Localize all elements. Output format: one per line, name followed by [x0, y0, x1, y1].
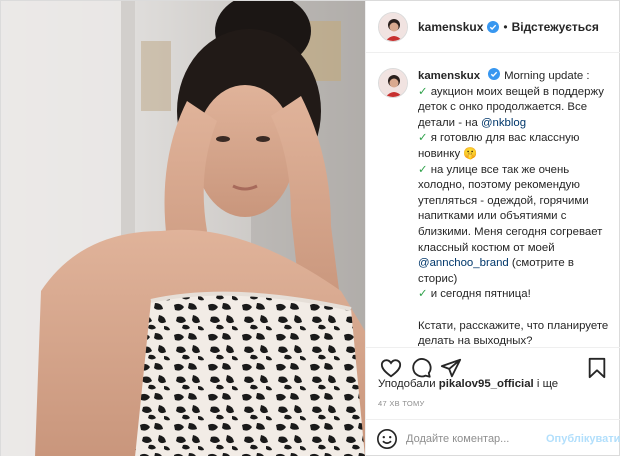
caption-text-fragment: на улице все так же очень	[427, 163, 570, 176]
bookmark-icon	[588, 357, 606, 379]
likes-prefix: Уподобали	[378, 378, 439, 390]
caption-text-fragment: Кстати, расскажите, что планируете	[418, 319, 609, 332]
caption-line: детали - на @nkblog	[418, 116, 608, 132]
post-photo[interactable]	[1, 1, 365, 456]
caption-text-fragment: и сегодня пятница!	[427, 288, 531, 301]
caption-text-fragment: деток с онко продолжается. Все	[418, 101, 588, 114]
caption-text-fragment: делать на выходных?	[418, 335, 533, 346]
add-comment-bar: Опублікувати	[366, 419, 620, 456]
caption-text-fragment: близкими. Меня сегодня согревает	[418, 225, 603, 238]
mention-link[interactable]: @annchoo_brand	[418, 257, 509, 269]
likes-user-link[interactable]: pikalov95_official	[439, 378, 534, 390]
verified-badge-icon	[487, 20, 500, 33]
instagram-post: kamenskux • Відстежується kamenskux Morn…	[0, 0, 620, 456]
checkmark-icon: ✓	[418, 163, 428, 176]
checkmark-icon: ✓	[418, 132, 428, 145]
likes-summary: Уподобали pikalov95_official і ще	[378, 378, 558, 390]
caption-text-fragment: напитками или объятиями с	[418, 210, 567, 223]
header-username[interactable]: kamenskux	[418, 20, 483, 34]
caption-text-fragment: классный костюм от моей	[418, 241, 555, 254]
caption-line: ✓ и сегодня пятница!	[418, 287, 608, 303]
caption-line: классный костюм от моей	[418, 241, 608, 257]
checkmark-icon: ✓	[418, 288, 428, 301]
publish-button[interactable]: Опублікувати	[546, 433, 620, 445]
caption-line: Кстати, расскажите, что планируете	[418, 319, 608, 335]
caption-text-fragment: сторис)	[418, 272, 458, 285]
caption-area: kamenskux Morning update : ✓ аукцион моих …	[366, 54, 620, 346]
caption-row: kamenskux Morning update : ✓ аукцион моих …	[378, 68, 610, 346]
share-icon	[440, 358, 462, 378]
caption-text-fragment: утепляться - одеждой, горячими	[418, 194, 589, 207]
comment-icon	[412, 358, 432, 378]
caption-line: напитками или объятиями с	[418, 209, 608, 225]
caption-line: ✓ я готовлю для вас классную	[418, 131, 608, 147]
caption-line: kamenskux Morning update :	[418, 68, 608, 85]
comment-input[interactable]	[406, 432, 546, 445]
caption-line: @annchoo_brand (смотрите в	[418, 256, 608, 272]
caption-text-fragment: новинку 🤫	[418, 147, 478, 160]
emoji-button[interactable]	[376, 427, 398, 451]
mention-link[interactable]: @nkblog	[481, 117, 526, 129]
heart-icon	[380, 359, 402, 378]
checkmark-icon: ✓	[418, 85, 428, 98]
post-timestamp[interactable]: 47 хв тому	[378, 399, 425, 408]
caption-line: деток с онко продолжается. Все	[418, 100, 608, 116]
caption-line: новинку 🤫	[418, 147, 608, 163]
caption-line	[418, 303, 608, 319]
caption-username[interactable]: kamenskux	[418, 70, 480, 82]
likes-suffix: і ще	[533, 378, 559, 390]
caption-text-fragment: (смотрите в	[508, 257, 574, 270]
caption-text: kamenskux Morning update : ✓ аукцион моих …	[418, 68, 608, 346]
caption-text-fragment: аукцион моих вещей в поддержу	[427, 85, 604, 98]
caption-text-fragment: детали - на	[418, 116, 481, 129]
post-header: kamenskux • Відстежується	[366, 1, 620, 53]
caption-line: холодно, поэтому рекомендую	[418, 178, 608, 194]
verified-badge-icon	[488, 68, 501, 80]
save-button[interactable]	[582, 354, 612, 382]
header-separator: •	[503, 19, 508, 34]
smiley-icon	[377, 428, 397, 449]
caption-line: сторис)	[418, 272, 608, 288]
caption-line: ✓ аукцион моих вещей в поддержу	[418, 85, 608, 101]
caption-line: ✓ на улице все так же очень	[418, 163, 608, 179]
caption-text-fragment: холодно, поэтому рекомендую	[418, 179, 580, 192]
caption-text-fragment: я готовлю для вас классную	[427, 132, 580, 145]
avatar[interactable]	[378, 11, 408, 42]
caption-avatar[interactable]	[378, 68, 408, 98]
caption-line: близкими. Меня сегодня согревает	[418, 225, 608, 241]
following-button[interactable]: Відстежується	[512, 20, 599, 34]
caption-line: делать на выходных?	[418, 334, 608, 346]
caption-text-fragment: Morning update :	[504, 70, 590, 82]
caption-line: утепляться - одеждой, горячими	[418, 194, 608, 210]
post-sidebar: kamenskux • Відстежується kamenskux Morn…	[365, 1, 620, 456]
photo-illustration	[1, 1, 365, 456]
